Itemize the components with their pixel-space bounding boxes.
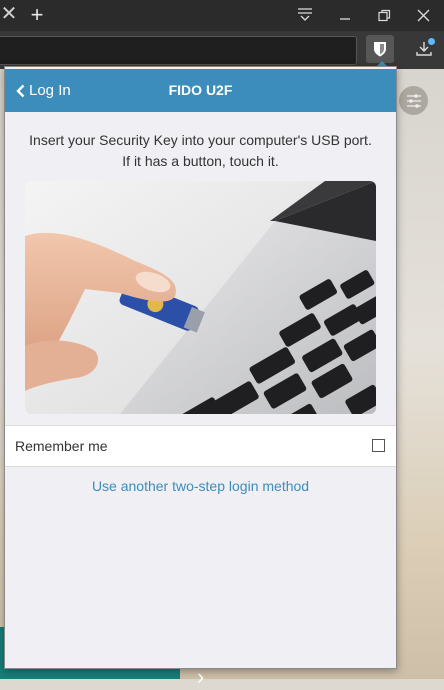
minimize-icon[interactable] (333, 4, 357, 26)
download-badge (428, 38, 435, 45)
popup-title: FIDO U2F (168, 82, 233, 98)
remember-me-checkbox[interactable] (372, 439, 385, 452)
security-key-photo (25, 181, 376, 414)
tab-close-icon[interactable]: ✕ (0, 0, 18, 31)
new-tab-icon[interactable]: + (26, 0, 48, 31)
browser-tab-bar: ✕ + (0, 0, 444, 31)
remember-me-row[interactable]: Remember me (5, 425, 396, 467)
tab-list-icon[interactable] (293, 4, 317, 26)
close-icon[interactable] (411, 4, 435, 26)
restore-icon[interactable] (372, 4, 396, 26)
sliders-icon[interactable] (399, 86, 428, 115)
instructions-text: Insert your Security Key into your compu… (29, 132, 372, 169)
use-another-method-link[interactable]: Use another two-step login method (5, 478, 396, 494)
remember-me-label: Remember me (15, 438, 108, 454)
bitwarden-popup: Log In FIDO U2F Insert your Security Key… (4, 66, 397, 669)
address-bar[interactable] (0, 36, 357, 65)
popup-header: Log In FIDO U2F (5, 69, 396, 112)
bitwarden-shield-icon[interactable] (366, 35, 394, 63)
